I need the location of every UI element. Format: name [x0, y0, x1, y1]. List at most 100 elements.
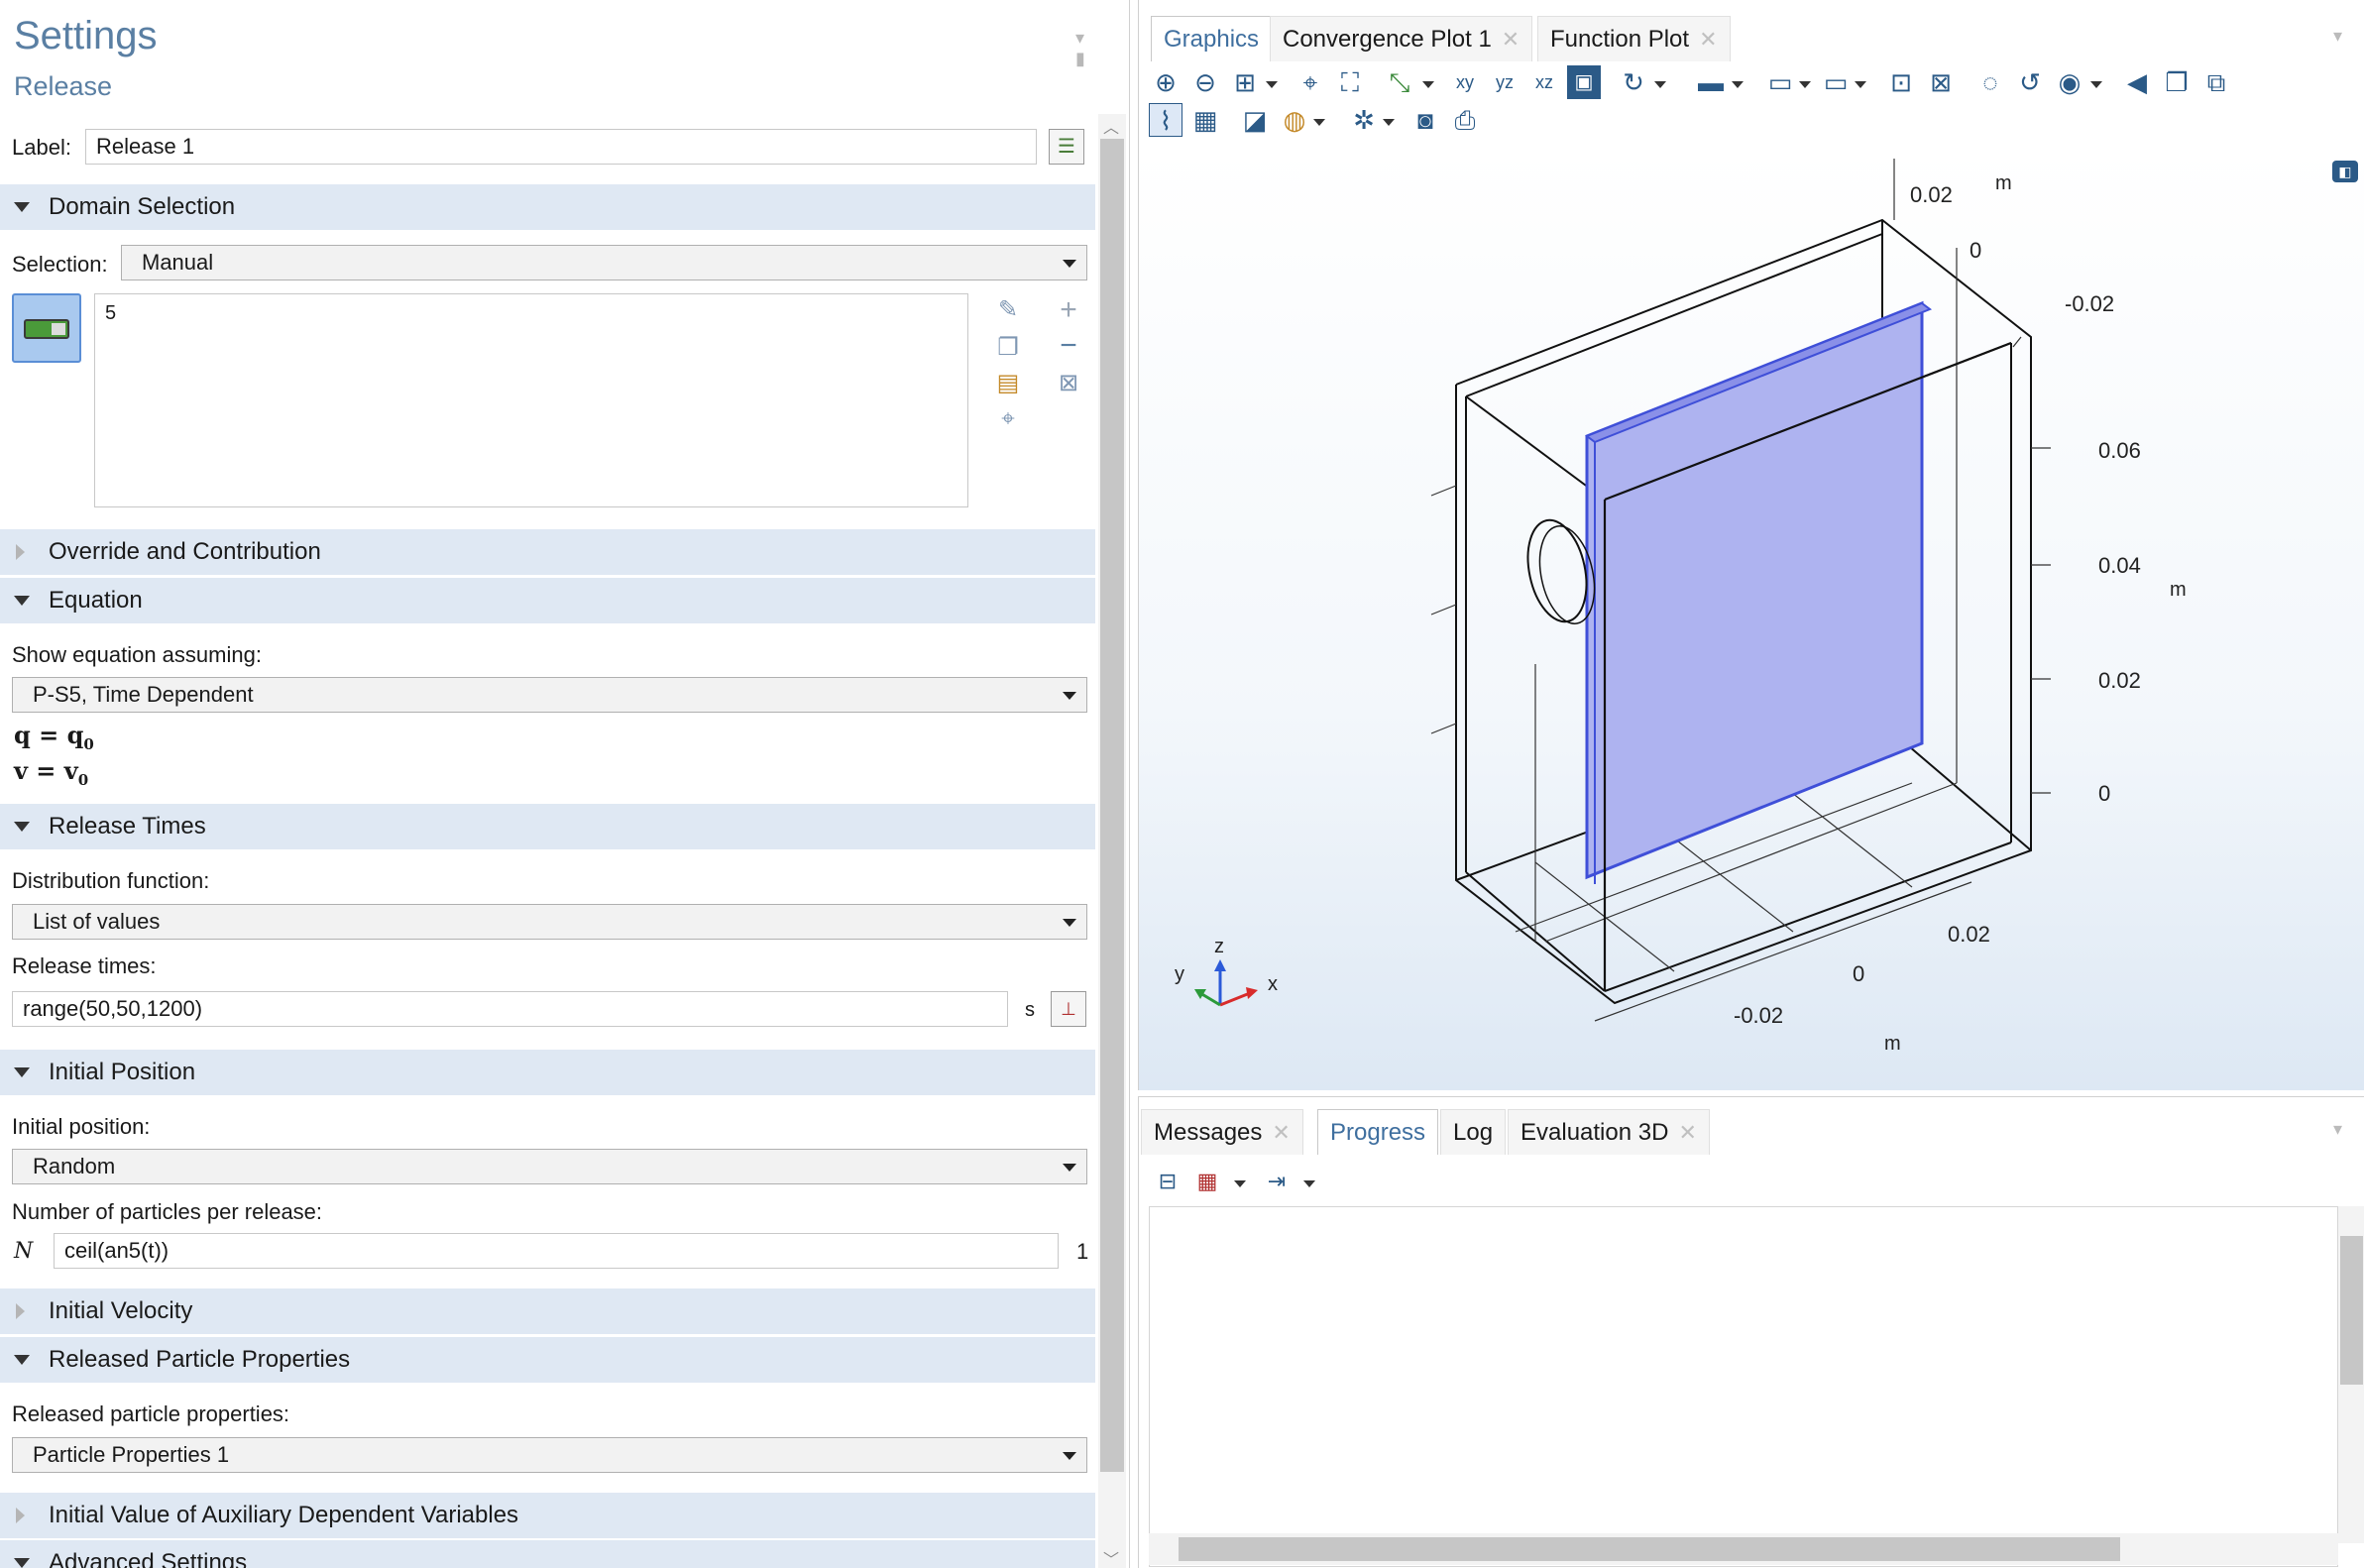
camera-icon[interactable]: ◙ — [1408, 103, 1442, 137]
tab-progress[interactable]: Progress — [1317, 1109, 1439, 1155]
section-initial-velocity[interactable]: Initial Velocity — [0, 1288, 1095, 1334]
distribution-dropdown[interactable]: List of values — [12, 904, 1087, 940]
maximize-icon[interactable]: ⧉ — [2199, 65, 2233, 99]
scroll-up-icon[interactable]: ︿ — [1103, 114, 1119, 138]
wireframe-icon[interactable]: ◪ — [1238, 103, 1272, 137]
clear-progress-icon[interactable]: ▦ — [1190, 1165, 1224, 1198]
tab-convergence-plot[interactable]: Convergence Plot 1 ✕ — [1270, 16, 1533, 61]
close-icon[interactable]: ✕ — [1678, 1120, 1696, 1145]
chevron-down-icon[interactable] — [1266, 81, 1278, 88]
clear-selection-icon[interactable]: ⊠ — [1054, 369, 1083, 398]
axis-tick-label: -0.02 — [2065, 291, 2115, 316]
view-3d-icon[interactable]: ▣ — [1567, 65, 1601, 99]
zoom-out-icon[interactable]: ⊖ — [1188, 65, 1222, 99]
tab-graphics[interactable]: Graphics — [1151, 16, 1273, 61]
transparency-icon[interactable]: ✲ — [1347, 103, 1381, 137]
render-icon[interactable]: ◍ — [1278, 103, 1311, 137]
paste-icon[interactable]: ▤ — [993, 369, 1023, 398]
step-icon[interactable]: ⇥ — [1260, 1165, 1294, 1198]
select-domains-icon[interactable]: ▭ — [1819, 65, 1853, 99]
zoom-selection-icon[interactable]: ⌖ — [1294, 65, 1327, 99]
initial-position-dropdown[interactable]: Random — [12, 1149, 1087, 1184]
zoom-in-icon[interactable]: ⊕ — [1149, 65, 1182, 99]
select-box-icon[interactable]: ⊡ — [1884, 65, 1918, 99]
copy-icon[interactable]: ❐ — [993, 333, 1023, 363]
paint-icon[interactable]: ✎ — [993, 295, 1023, 325]
section-release-times[interactable]: Release Times — [0, 804, 1095, 849]
label-field[interactable]: Release 1 — [85, 129, 1037, 165]
view-axes-icon[interactable]: ⤡ — [1383, 65, 1416, 99]
zoom-extents-icon[interactable]: ⛶ — [1333, 65, 1367, 99]
chevron-down-icon — [1063, 692, 1076, 700]
tab-log[interactable]: Log — [1440, 1109, 1507, 1155]
range-editor-icon[interactable]: ⊥ — [1051, 991, 1086, 1027]
messages-vertical-scrollbar[interactable] — [2338, 1206, 2364, 1543]
selection-list-item[interactable]: 5 — [105, 302, 116, 324]
close-icon[interactable]: ✕ — [1699, 27, 1717, 52]
reset-hiding-icon[interactable]: ↺ — [2013, 65, 2047, 99]
zoom-box-icon[interactable]: ⊞ — [1228, 65, 1262, 99]
zoom-to-selection-icon[interactable]: ⌖ — [993, 404, 1023, 434]
view-xz-icon[interactable]: xz — [1527, 65, 1561, 99]
scene-light-icon[interactable]: ▬ — [1694, 65, 1728, 99]
chevron-down-icon[interactable] — [1855, 81, 1866, 88]
tab-evaluation-3d[interactable]: Evaluation 3D ✕ — [1508, 1109, 1710, 1155]
chevron-down-icon[interactable] — [1732, 81, 1744, 88]
released-props-dropdown[interactable]: Particle Properties 1 — [12, 1437, 1087, 1473]
chevron-down-icon[interactable] — [1422, 81, 1434, 88]
scene-toggle-icon[interactable]: ◧ — [2332, 161, 2358, 182]
grid-icon[interactable]: ▦ — [1188, 103, 1222, 137]
section-domain-selection[interactable]: Domain Selection — [0, 184, 1095, 230]
chevron-down-icon[interactable] — [1303, 1180, 1315, 1187]
release-times-field[interactable]: range(50,50,1200) — [12, 991, 1008, 1027]
tab-messages[interactable]: Messages ✕ — [1141, 1109, 1303, 1155]
messages-horizontal-scrollbar[interactable] — [1149, 1533, 2338, 1565]
active-toggle-button[interactable] — [12, 293, 81, 363]
section-initial-position[interactable]: Initial Position — [0, 1050, 1095, 1095]
section-auxiliary-variables[interactable]: Initial Value of Auxiliary Dependent Var… — [0, 1493, 1095, 1538]
progress-area[interactable] — [1149, 1206, 2338, 1567]
view-xy-icon[interactable]: xy — [1448, 65, 1482, 99]
chevron-down-icon[interactable] — [1234, 1180, 1246, 1187]
chevron-down-icon[interactable] — [1313, 119, 1325, 126]
graphics-viewport[interactable]: 0.02 m 0 -0.02 0.06 0.04 m 0.02 0 0.02 0… — [1139, 149, 2364, 1090]
chevron-down-icon[interactable] — [1799, 81, 1811, 88]
scrollbar-thumb[interactable] — [1179, 1537, 2120, 1561]
tab-function-plot[interactable]: Function Plot ✕ — [1537, 16, 1731, 61]
close-icon[interactable]: ✕ — [1502, 27, 1520, 52]
equation-form-dropdown[interactable]: P-S5, Time Dependent — [12, 677, 1087, 713]
selection-dropdown[interactable]: Manual — [121, 245, 1087, 280]
view-yz-icon[interactable]: yz — [1488, 65, 1521, 99]
section-released-particle-properties[interactable]: Released Particle Properties — [0, 1337, 1095, 1383]
particles-count-field[interactable]: ceil(an5(t)) — [54, 1233, 1059, 1269]
view-icon[interactable]: ◉ — [2053, 65, 2086, 99]
deselect-box-icon[interactable]: ⊠ — [1924, 65, 1958, 99]
remove-icon[interactable]: − — [1054, 331, 1083, 361]
label-edit-icon[interactable]: ☰ — [1049, 129, 1084, 165]
selection-list[interactable]: 5 — [94, 293, 968, 507]
chevron-down-icon[interactable] — [1383, 119, 1395, 126]
distribution-caption: Distribution function: — [12, 868, 210, 893]
geometry-view[interactable] — [1139, 149, 2364, 1090]
go-to-default-view-icon[interactable]: ◀ — [2120, 65, 2154, 99]
chevron-down-icon[interactable] — [2090, 81, 2102, 88]
add-icon[interactable]: + — [1054, 295, 1083, 325]
tree-view-icon[interactable]: ⊟ — [1151, 1165, 1184, 1198]
panel-pin-icons[interactable]: ▾ ▮ — [1075, 28, 1129, 69]
settings-scrollbar-thumb[interactable] — [1100, 139, 1124, 1472]
scroll-down-icon[interactable]: ﹀ — [1103, 1546, 1119, 1568]
close-icon[interactable]: ✕ — [1272, 1120, 1290, 1145]
section-advanced-settings[interactable]: Advanced Settings — [0, 1540, 1095, 1568]
panel-menu-icon[interactable]: ▾ — [2333, 26, 2342, 47]
section-override-contribution[interactable]: Override and Contribution — [0, 529, 1095, 575]
section-equation[interactable]: Equation — [0, 578, 1095, 623]
chevron-down-icon[interactable] — [1654, 81, 1666, 88]
window-icon[interactable]: ❐ — [2160, 65, 2194, 99]
panel-menu-icon[interactable]: ▾ — [2333, 1119, 2342, 1140]
rotate-icon[interactable]: ↻ — [1617, 65, 1650, 99]
print-icon[interactable]: ⎙ — [1448, 103, 1482, 137]
graph-icon[interactable]: ⌇ — [1149, 103, 1182, 137]
hide-icon[interactable]: ◌ — [1973, 65, 2007, 99]
select-objects-icon[interactable]: ▭ — [1763, 65, 1797, 99]
scrollbar-thumb[interactable] — [2340, 1236, 2363, 1385]
